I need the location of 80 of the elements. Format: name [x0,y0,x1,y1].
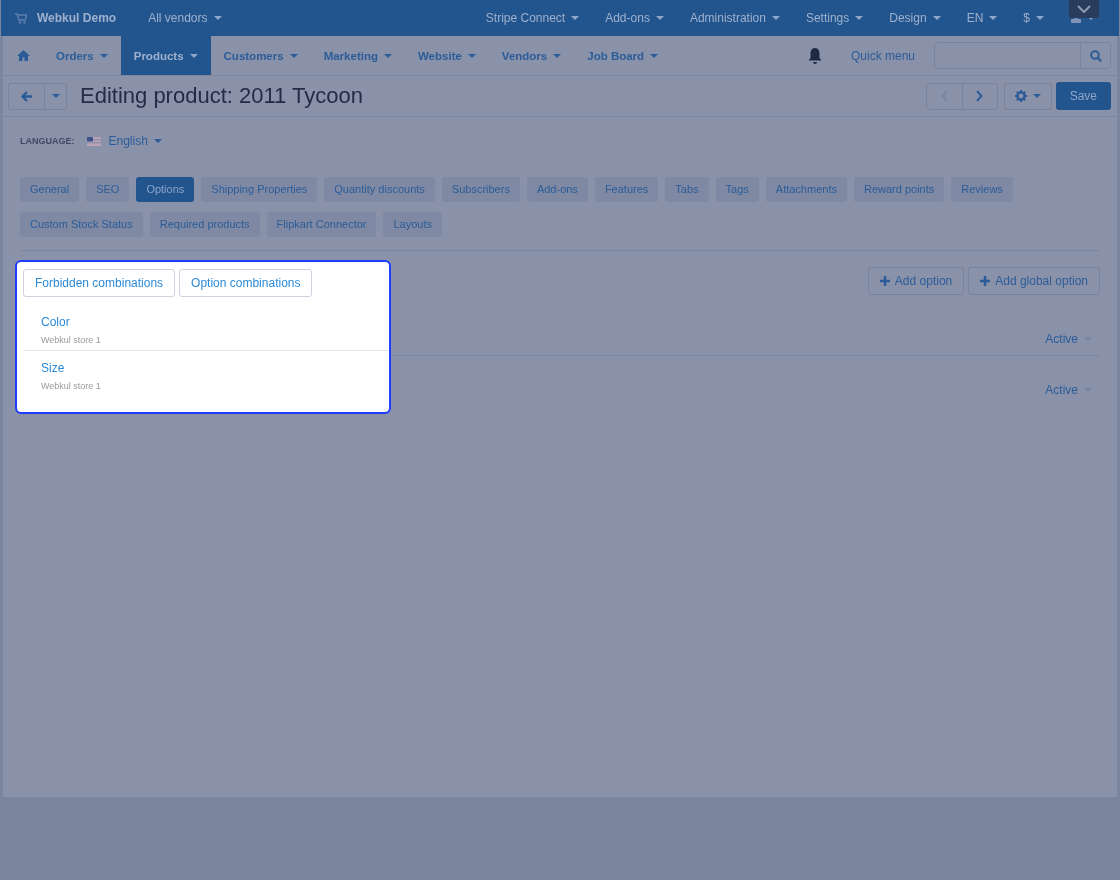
nav-tab[interactable]: Job Board [574,36,672,75]
caret-icon [289,53,298,58]
caret-icon [650,53,659,58]
bell-icon [806,47,823,64]
tab[interactable]: Attachments [765,177,847,202]
plus-icon [879,276,890,286]
caret-icon [989,16,998,20]
status-dropdown[interactable]: Active [1045,322,1092,355]
language-label: LANGUAGE: [20,136,75,146]
nav-tab[interactable]: Customers [210,36,311,75]
collapse-menu[interactable] [1069,0,1099,18]
caret-icon [383,53,392,58]
search-icon [1089,49,1102,62]
search-field[interactable] [934,42,1111,69]
caret-icon [553,53,562,58]
tab[interactable]: Layouts [383,212,442,237]
caret-icon [467,53,476,58]
tab[interactable]: Reviews [951,177,1013,202]
add-button[interactable]: Add global option [968,267,1100,295]
tab[interactable]: Options [136,177,195,202]
vendor-menu[interactable]: All vendors [137,11,233,25]
chevron-right-icon [976,90,984,102]
top-menu-item[interactable]: EN [953,11,1011,25]
language-selector[interactable]: English [86,134,162,148]
status-dropdown[interactable]: Active [1045,373,1092,406]
caret-icon [213,16,222,20]
tab[interactable]: Quantity discounts [324,177,435,202]
arrow-left-icon [20,90,33,102]
tab[interactable]: General [20,177,80,202]
caret-icon [153,139,162,143]
tab[interactable]: Tags [715,177,759,202]
option-link[interactable]: Color [41,315,389,329]
caret-icon [571,16,580,20]
plus-icon [980,276,991,286]
tab[interactable]: Shipping Properties [201,177,318,202]
nav-tab[interactable]: Products [120,36,211,75]
tab[interactable]: Subscribers [441,177,520,202]
caret-icon [1032,94,1041,98]
store-link[interactable]: Webkul Demo [15,11,128,25]
chevron-down-icon [1077,5,1091,13]
caret-icon [932,16,941,20]
option-link[interactable]: Size [41,361,389,375]
top-menu-item[interactable]: $ [1010,11,1057,25]
tab[interactable]: Add-ons [526,177,588,202]
tab[interactable]: Reward points [853,177,945,202]
caret-icon [51,94,60,98]
cart-icon [15,12,27,24]
top-menu-item[interactable]: Administration [676,11,793,25]
top-menu-item[interactable]: Add-ons [592,11,677,25]
flag-icon [86,136,101,146]
tab[interactable]: Tabs [665,177,709,202]
quick-menu-link[interactable]: Quick menu [850,48,915,63]
top-menu-item[interactable]: Stripe Connect [472,11,593,25]
combination-button[interactable]: Forbidden combinations [23,269,176,297]
top-menu-item[interactable]: Design [876,11,954,25]
tab[interactable]: SEO [86,177,130,202]
nav-tab[interactable]: Vendors [488,36,575,75]
caret-icon [655,16,664,20]
tab[interactable]: Flipkart Connector [266,212,377,237]
caret-icon [1036,16,1044,20]
caret-icon [855,16,864,20]
caret-icon [189,53,198,58]
nav-tab[interactable]: Marketing [310,36,405,75]
caret-icon [771,16,780,20]
top-menu-item[interactable]: Settings [792,11,877,25]
store-name: Webkul store 1 [41,381,102,391]
save-button[interactable]: Save [1055,82,1111,110]
add-button[interactable]: Add option [867,267,965,295]
home-icon [17,50,30,61]
page-title: Editing product: 2011 Tycoon [80,83,363,109]
tab[interactable]: Required products [149,212,260,237]
nav-tab[interactable]: Orders [43,36,121,75]
settings-button[interactable] [1003,82,1052,110]
gear-icon [1014,90,1027,102]
store-name: Webkul store 1 [41,335,102,345]
combination-button[interactable]: Option combinations [179,269,313,297]
caret-icon [99,53,108,58]
tab[interactable]: Custom Stock Status [20,212,143,237]
nav-tab[interactable]: Website [404,36,489,75]
tab[interactable]: Features [594,177,659,202]
